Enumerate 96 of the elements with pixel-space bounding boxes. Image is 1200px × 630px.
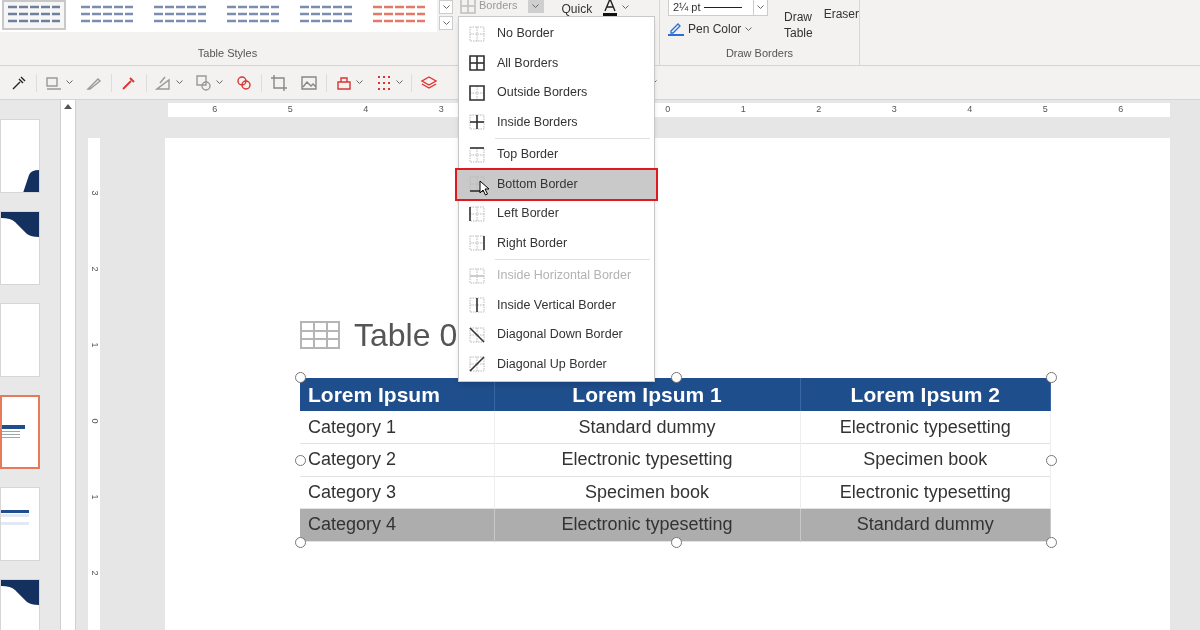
table-cell: Specimen book xyxy=(494,476,800,509)
border-icon xyxy=(460,0,476,14)
caret-icon xyxy=(396,80,403,85)
ruler-number: 5 xyxy=(1041,103,1049,117)
group-label: Table Styles xyxy=(197,45,258,61)
ruler-number: 2 xyxy=(88,569,101,578)
ruler-number: 4 xyxy=(966,103,974,117)
menu-item[interactable]: Diagonal Down Border xyxy=(459,320,654,350)
selection-handle[interactable] xyxy=(295,455,306,466)
border-icon xyxy=(469,297,485,314)
eraser-button[interactable]: Eraser xyxy=(823,0,859,22)
selection-handle[interactable] xyxy=(671,372,682,383)
table-cell: Electronic typesetting xyxy=(800,411,1051,444)
selection-handle[interactable] xyxy=(1046,537,1057,548)
table-style-thumbnail[interactable] xyxy=(2,0,66,30)
pen-icon xyxy=(668,22,684,36)
table-cell: Category 3 xyxy=(300,476,494,509)
ruler-number: 0 xyxy=(664,103,672,117)
gallery-scroll-down-button[interactable] xyxy=(439,0,453,14)
pen-weight-dropdown[interactable]: 2¼ pt xyxy=(668,0,768,16)
pen-color-button[interactable]: Pen Color xyxy=(668,20,784,38)
caret-icon xyxy=(356,80,363,85)
draw-table-button[interactable]: Draw Table xyxy=(783,0,820,44)
table-row[interactable]: Category 3 Specimen book Electronic typesetting xyxy=(300,476,1051,509)
ruler-number: 3 xyxy=(437,103,445,117)
border-icon xyxy=(469,84,485,101)
group-label: Draw Borders xyxy=(725,45,794,61)
caret-icon xyxy=(442,20,450,26)
selection-handle[interactable] xyxy=(295,537,306,548)
selection-handle[interactable] xyxy=(1046,455,1057,466)
menu-item[interactable]: All Borders xyxy=(459,48,654,78)
border-icon xyxy=(469,235,485,252)
caret-icon xyxy=(66,80,73,85)
menu-item[interactable]: Right Border xyxy=(459,228,654,258)
table-row[interactable]: Category 1 Standard dummy Electronic typesetting xyxy=(300,411,1051,444)
table-cell: Standard dummy xyxy=(494,411,800,444)
shapes-icon xyxy=(195,73,213,92)
ruler-number: 4 xyxy=(362,103,370,117)
ruler-number: 0 xyxy=(88,417,101,426)
borders-dropdown-button[interactable] xyxy=(527,0,544,13)
slide-thumbnail[interactable] xyxy=(0,395,40,469)
caret-icon xyxy=(442,4,450,10)
caret-icon xyxy=(532,4,540,9)
scrollbar[interactable] xyxy=(60,100,76,630)
ruler-number: 2 xyxy=(88,265,101,274)
table-row[interactable]: Category 4 Electronic typesetting Standard dummy xyxy=(300,508,1051,541)
border-icon xyxy=(469,326,485,343)
menu-item[interactable]: Left Border xyxy=(459,199,654,229)
caret-icon xyxy=(622,4,630,10)
table-row[interactable]: Category 2 Electronic typesetting Specimen book xyxy=(300,443,1051,476)
ruler-number: 1 xyxy=(88,341,101,350)
table-cell: Electronic typesetting xyxy=(494,443,800,476)
slide-thumbnail[interactable] xyxy=(0,119,40,193)
scroll-up-icon xyxy=(64,104,72,109)
table-cell: Category 1 xyxy=(300,411,494,444)
selection-handle[interactable] xyxy=(671,537,682,548)
border-icon xyxy=(469,205,485,222)
caret-icon xyxy=(745,26,753,32)
menu-item[interactable]: Bottom Border xyxy=(457,169,656,199)
gallery-expand-button[interactable] xyxy=(439,16,453,30)
ruler-number: 1 xyxy=(88,493,101,502)
border-icon xyxy=(469,356,485,373)
table-icon xyxy=(300,321,340,349)
menu-item[interactable]: Inside Borders xyxy=(459,107,654,137)
ruler-number: 6 xyxy=(211,103,219,117)
menu-item[interactable]: Top Border xyxy=(459,140,654,170)
border-icon xyxy=(469,55,485,72)
slide-thumbnail[interactable] xyxy=(0,303,40,377)
text-color-button[interactable] xyxy=(602,0,630,16)
ruler-number: 6 xyxy=(1117,103,1125,117)
border-icon xyxy=(469,146,485,163)
quick-styles-button[interactable]: Quick xyxy=(561,3,593,15)
border-icon xyxy=(469,25,485,42)
slide-title: Table 0 xyxy=(354,319,458,351)
menu-item[interactable]: Diagonal Up Border xyxy=(459,349,654,379)
ruler-number: 2 xyxy=(815,103,823,117)
ruler-number: 5 xyxy=(286,103,294,117)
ruler-number: 3 xyxy=(890,103,898,117)
selection-handle[interactable] xyxy=(1046,372,1057,383)
caret-icon xyxy=(757,5,764,10)
menu-item[interactable]: Outside Borders xyxy=(459,78,654,108)
caret-icon xyxy=(216,80,223,85)
cursor-icon xyxy=(479,179,490,196)
menu-item[interactable]: No Border xyxy=(459,19,654,49)
table-cell: Electronic typesetting xyxy=(800,476,1051,509)
border-icon xyxy=(469,267,485,284)
ruler-number: 3 xyxy=(88,189,101,198)
selection-handle[interactable] xyxy=(295,372,306,383)
border-icon xyxy=(469,176,485,193)
slide-thumbnail[interactable] xyxy=(0,487,40,561)
ruler-number: 1 xyxy=(739,103,747,117)
caret-icon xyxy=(176,80,183,85)
border-icon xyxy=(469,114,485,131)
menu-item[interactable]: Inside Vertical Border xyxy=(459,290,654,320)
grid-dots-icon xyxy=(375,73,393,92)
slide-thumbnail[interactable] xyxy=(0,211,40,285)
